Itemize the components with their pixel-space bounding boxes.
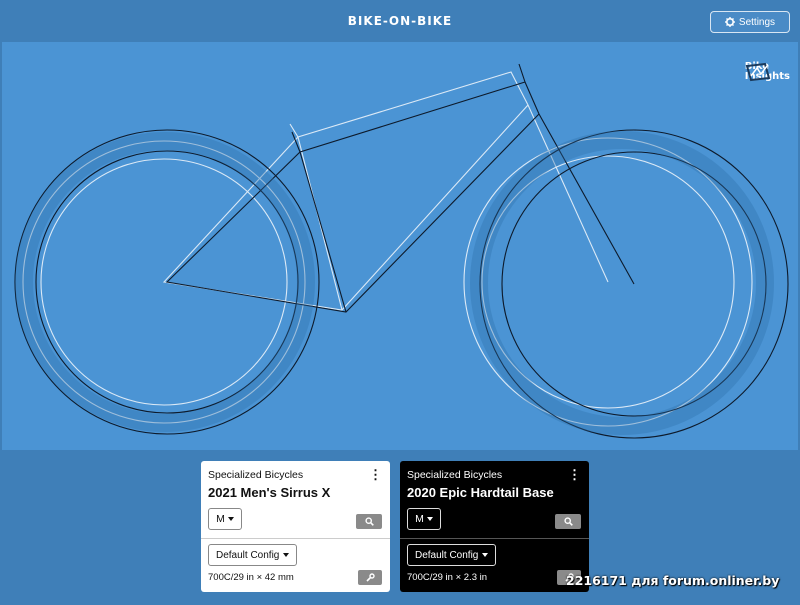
bike-a-frame bbox=[162, 71, 609, 311]
tire-size: 700C/29 in × 42 mm bbox=[208, 572, 294, 583]
bike-comparison-canvas[interactable]: Bike Insights bbox=[2, 42, 798, 450]
config-dropdown[interactable]: Default Config bbox=[208, 544, 298, 566]
caret-down-icon bbox=[283, 553, 290, 557]
settings-button[interactable]: Settings bbox=[710, 11, 790, 33]
size-dropdown[interactable]: M bbox=[407, 508, 441, 530]
bike-b-outline bbox=[14, 63, 789, 439]
card-divider bbox=[201, 538, 390, 539]
kebab-icon[interactable]: ⋮ bbox=[369, 467, 382, 483]
search-icon bbox=[364, 517, 374, 526]
edit-config-button[interactable] bbox=[358, 570, 382, 585]
tire-size: 700C/29 in × 2.3 in bbox=[407, 572, 488, 583]
search-button[interactable] bbox=[555, 514, 581, 529]
config-dropdown-value: Default Config bbox=[216, 549, 280, 561]
size-dropdown-value: M bbox=[415, 513, 424, 525]
bike-card-model: 2020 Epic Hardtail Base bbox=[407, 485, 554, 500]
bike-card-1: Specialized Bicycles 2021 Men's Sirrus X… bbox=[201, 461, 390, 592]
size-dropdown-value: M bbox=[216, 513, 225, 525]
bike-overlay-drawing bbox=[14, 63, 789, 439]
caret-down-icon bbox=[227, 517, 234, 521]
settings-label: Settings bbox=[738, 16, 776, 28]
caret-down-icon bbox=[426, 517, 433, 521]
bike-card-brand: Specialized Bicycles bbox=[407, 469, 503, 481]
config-dropdown[interactable]: Default Config bbox=[407, 544, 497, 566]
app-title: BIKE-ON-BIKE bbox=[347, 14, 453, 28]
search-icon bbox=[563, 517, 573, 526]
bike-card-model: 2021 Men's Sirrus X bbox=[208, 485, 331, 500]
caret-down-icon bbox=[482, 553, 489, 557]
card-divider bbox=[400, 538, 589, 539]
bike-card-brand: Specialized Bicycles bbox=[208, 469, 304, 481]
bike-b-frame bbox=[165, 63, 635, 313]
forum-watermark: 2216171 для forum.onliner.by bbox=[566, 573, 780, 588]
config-dropdown-value: Default Config bbox=[415, 549, 479, 561]
top-bar: BIKE-ON-BIKE Settings bbox=[0, 0, 800, 42]
size-dropdown[interactable]: M bbox=[208, 508, 242, 530]
bike-card-2: Specialized Bicycles 2020 Epic Hardtail … bbox=[400, 461, 589, 592]
kebab-icon[interactable]: ⋮ bbox=[568, 467, 581, 483]
search-button[interactable] bbox=[356, 514, 382, 529]
gear-icon bbox=[724, 17, 735, 27]
bike-insights-logo: Bike Insights bbox=[745, 62, 790, 82]
tyre-shading bbox=[15, 131, 774, 435]
wrench-icon bbox=[365, 573, 375, 582]
bike-insights-logo-icon bbox=[745, 62, 771, 82]
